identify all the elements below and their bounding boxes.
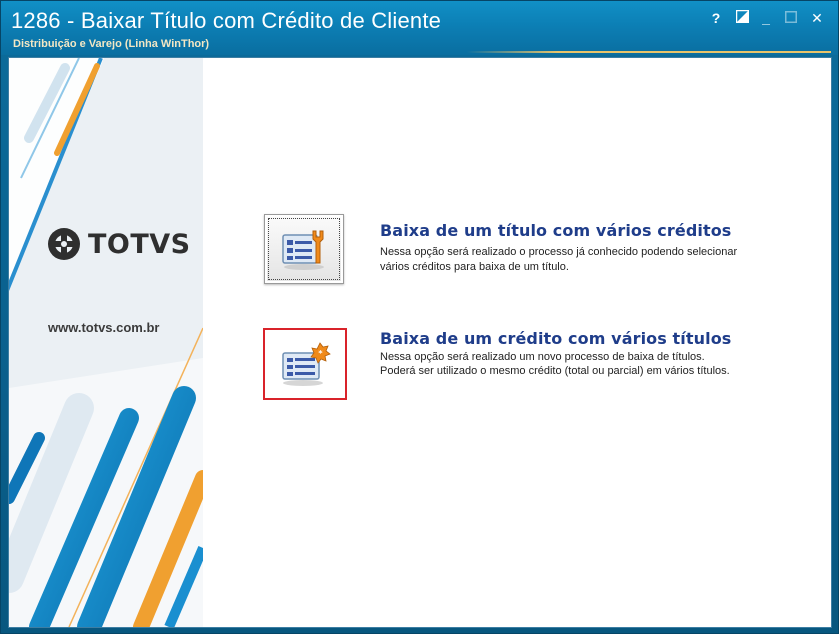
- option-1-title[interactable]: Baixa de um título com vários créditos: [380, 221, 731, 240]
- totvs-logo-icon: [48, 228, 80, 260]
- focus-rectangle: [268, 218, 340, 280]
- logo-text: TOTVS: [88, 229, 191, 260]
- maximize-icon: [785, 11, 797, 23]
- option-1-button[interactable]: [264, 214, 344, 284]
- app-window: 1286 - Baixar Título com Crédito de Clie…: [0, 0, 839, 634]
- document-new-badge-icon: *: [282, 342, 331, 386]
- close-button[interactable]: ✕: [809, 10, 825, 26]
- decorative-stripes: [9, 58, 203, 627]
- minimize-button[interactable]: _: [759, 10, 773, 26]
- option-2-desc-line-2: Poderá ser utilizado o mesmo crédito (to…: [380, 365, 730, 377]
- layout-toggle-button[interactable]: [735, 9, 749, 26]
- totvs-logo: TOTVS: [46, 224, 190, 264]
- option-2-button[interactable]: *: [263, 328, 347, 400]
- window-title: 1286 - Baixar Título com Crédito de Clie…: [11, 8, 442, 33]
- maximize-button[interactable]: [784, 10, 798, 26]
- title-bar[interactable]: 1286 - Baixar Título com Crédito de Clie…: [1, 1, 838, 55]
- option-2-title[interactable]: Baixa de um crédito com vários títulos: [380, 329, 731, 348]
- option-1-desc-line-1: Nessa opção será realizado o processo já…: [380, 246, 738, 258]
- main-content: TOTVS www.totvs.com.br Baixa de um títul…: [8, 57, 832, 628]
- option-1-desc-line-2: vários créditos para baixa de um título.: [380, 261, 569, 273]
- help-button[interactable]: ?: [709, 10, 723, 26]
- split-square-icon: [735, 9, 749, 24]
- title-accent-line: [467, 51, 831, 53]
- option-2-desc-line-1: Nessa opção será realizado um novo proce…: [380, 351, 705, 363]
- window-subtitle: Distribuição e Varejo (Linha WinThor): [13, 38, 210, 50]
- sidebar-banner: TOTVS www.totvs.com.br: [9, 58, 203, 627]
- website-url: www.totvs.com.br: [48, 320, 160, 335]
